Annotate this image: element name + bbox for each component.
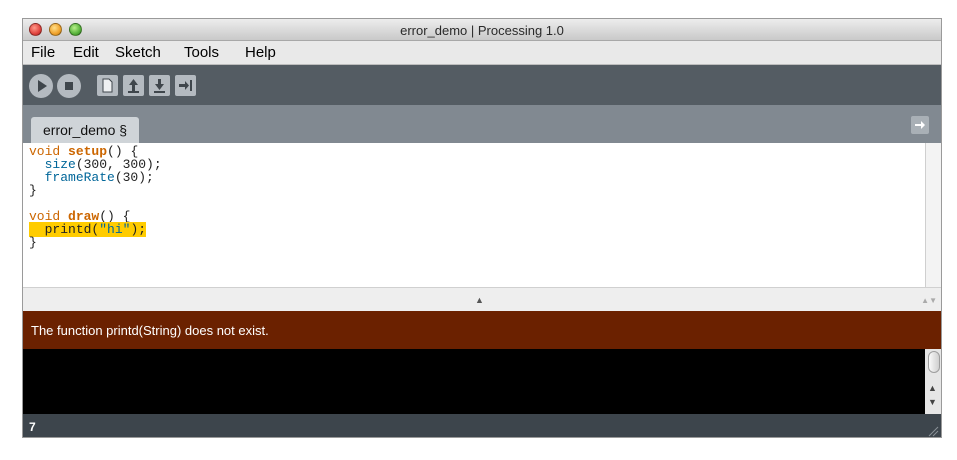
save-icon — [154, 79, 165, 93]
console-scroll-thumb[interactable] — [928, 351, 940, 373]
tab-bar: error_demo § — [23, 105, 941, 143]
toolbar — [23, 65, 941, 105]
status-bar: 7 — [23, 414, 941, 437]
export-button[interactable] — [175, 75, 196, 96]
code-text: } — [29, 183, 37, 198]
play-icon — [38, 80, 47, 92]
processing-window: error_demo | Processing 1.0 File Edit Sk… — [22, 18, 942, 438]
menu-tools[interactable]: Tools — [184, 44, 219, 61]
stop-button[interactable] — [57, 74, 81, 98]
error-message: The function printd(String) does not exi… — [31, 323, 269, 338]
run-button[interactable] — [29, 74, 53, 98]
console-scrollbar[interactable]: ▲ ▼ — [925, 349, 941, 414]
code-text: } — [29, 235, 37, 250]
code-text: printd( — [44, 222, 100, 237]
scroll-up-icon[interactable]: ▲ — [928, 383, 937, 393]
scroll-down-icon[interactable]: ▼ — [928, 397, 937, 407]
arrow-right-icon — [915, 121, 925, 129]
menu-sketch[interactable]: Sketch — [115, 44, 161, 61]
code-line: } — [29, 236, 37, 249]
title-bar: error_demo | Processing 1.0 — [23, 19, 941, 41]
code-line-error: printd("hi"); — [29, 222, 147, 237]
window-title: error_demo | Processing 1.0 — [400, 23, 564, 38]
console-output[interactable] — [23, 349, 925, 414]
tab-error-demo[interactable]: error_demo § — [31, 117, 140, 143]
code-text: ); — [130, 222, 147, 237]
editor-scrollbar[interactable] — [925, 143, 941, 287]
menu-bar: File Edit Sketch Tools Help — [23, 41, 941, 65]
open-button[interactable] — [123, 75, 144, 96]
menu-help[interactable]: Help — [245, 44, 276, 61]
stop-icon — [65, 82, 73, 90]
error-line-highlight: printd("hi"); — [29, 222, 147, 237]
resize-arrows-icon: ▲▼ — [921, 296, 937, 305]
code-builtin: frameRate — [44, 170, 115, 185]
save-button[interactable] — [149, 75, 170, 96]
export-icon — [179, 80, 192, 91]
line-number-indicator: 7 — [29, 420, 36, 434]
resize-grip-icon[interactable] — [927, 425, 939, 437]
tab-menu-button[interactable] — [911, 116, 929, 134]
menu-edit[interactable]: Edit — [73, 44, 99, 61]
chevron-up-icon: ▲ — [475, 295, 484, 305]
split-divider[interactable]: ▲ ▲▼ — [23, 287, 941, 311]
code-line: frameRate(30); — [29, 171, 154, 184]
code-text: (30); — [114, 170, 154, 185]
code-editor[interactable]: void setup() { size(300, 300); frameRate… — [23, 143, 925, 287]
new-button[interactable] — [97, 75, 118, 96]
new-file-icon — [102, 78, 113, 93]
code-string: "hi" — [99, 222, 131, 237]
open-icon — [128, 79, 139, 93]
error-message-bar: The function printd(String) does not exi… — [23, 311, 941, 349]
code-line: } — [29, 184, 37, 197]
menu-file[interactable]: File — [31, 44, 55, 61]
